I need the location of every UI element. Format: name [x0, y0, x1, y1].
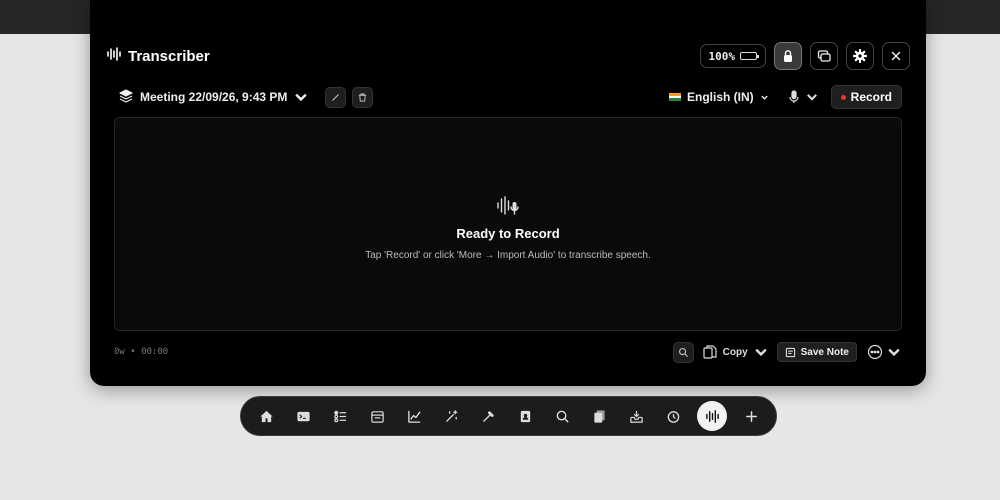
toolbar-right: English (IN) Record [668, 85, 902, 109]
chevron-down-icon [806, 94, 817, 101]
copy-icon [703, 345, 717, 359]
meeting-selector[interactable]: Meeting 22/09/26, 9:43 PM [118, 85, 374, 109]
title-row: Transcriber 100% [106, 42, 910, 70]
copy-label: Copy [722, 346, 748, 358]
transcriber-window: Transcriber 100% Meeting 22/09/26, 9:43 … [90, 0, 926, 386]
documents-icon[interactable] [586, 403, 612, 429]
trash-icon [359, 92, 367, 102]
app-title-text: Transcriber [128, 47, 210, 65]
close-icon [891, 51, 901, 61]
inbox-icon[interactable] [623, 403, 649, 429]
lock-icon [784, 50, 792, 62]
calendar-icon[interactable] [364, 403, 390, 429]
meeting-title: Meeting 22/09/26, 9:43 PM [140, 90, 288, 104]
waveform-mic-icon [497, 196, 519, 215]
windows-button[interactable] [810, 42, 838, 70]
save-note-label: Save Note [800, 346, 849, 358]
search-icon[interactable] [549, 403, 575, 429]
battery-indicator: 100% [699, 44, 766, 68]
search-transcript-button[interactable] [672, 341, 694, 363]
session-toolbar: Meeting 22/09/26, 9:43 PM English (IN) R… [114, 85, 902, 109]
rename-button[interactable] [325, 86, 347, 108]
settings-button[interactable] [846, 42, 874, 70]
chevron-down-icon [760, 95, 768, 100]
battery-icon [740, 52, 759, 60]
more-menu-button[interactable] [867, 344, 902, 360]
magic-wand-icon[interactable] [438, 403, 464, 429]
plus-icon[interactable] [738, 403, 764, 429]
chart-icon[interactable] [401, 403, 427, 429]
app-title: Transcriber [106, 46, 210, 66]
note-icon [785, 347, 795, 357]
timer-icon[interactable] [660, 403, 686, 429]
chevron-down-icon [754, 348, 767, 357]
record-button[interactable]: Record [830, 85, 902, 109]
copy-button[interactable]: Copy [702, 344, 769, 360]
battery-label: 100% [708, 49, 736, 63]
home-icon[interactable] [253, 403, 279, 429]
pencil-icon [332, 93, 340, 101]
stack-icon [118, 88, 134, 107]
more-icon [867, 344, 883, 360]
close-button[interactable] [882, 42, 910, 70]
language-label: English (IN) [686, 90, 754, 104]
gear-icon [853, 49, 867, 63]
transcriber-icon[interactable] [697, 401, 727, 431]
delete-button[interactable] [352, 86, 374, 108]
language-selector[interactable]: English (IN) [668, 90, 769, 104]
empty-title: Ready to Record [456, 226, 560, 241]
transcript-panel: Ready to Record Tap 'Record' or click 'M… [114, 117, 902, 331]
waveform-icon [106, 46, 122, 66]
terminal-icon[interactable] [290, 403, 316, 429]
chevron-down-icon [888, 348, 900, 357]
india-flag-icon [668, 93, 681, 102]
record-label: Record [850, 90, 892, 104]
contacts-icon[interactable] [512, 403, 538, 429]
checklist-icon[interactable] [327, 403, 353, 429]
microphone-icon [789, 90, 799, 103]
window-controls: 100% [699, 42, 910, 70]
lock-button[interactable] [774, 42, 802, 70]
app-dock [240, 396, 777, 436]
word-count-timer: 0w • 00:00 [114, 347, 169, 357]
search-icon [678, 347, 688, 357]
footer-actions: Copy Save Note [672, 340, 902, 364]
overlap-windows-icon [817, 50, 831, 62]
empty-hint: Tap 'Record' or click 'More → Import Aud… [365, 250, 651, 261]
footer-bar: 0w • 00:00 Copy Save Note [114, 340, 902, 364]
microphone-selector[interactable] [787, 90, 819, 104]
save-note-button[interactable]: Save Note [776, 342, 857, 362]
chevron-down-icon [295, 93, 308, 102]
empty-state: Ready to Record Tap 'Record' or click 'M… [115, 194, 901, 261]
record-dot-icon [840, 94, 846, 100]
eyedropper-icon[interactable] [475, 403, 501, 429]
